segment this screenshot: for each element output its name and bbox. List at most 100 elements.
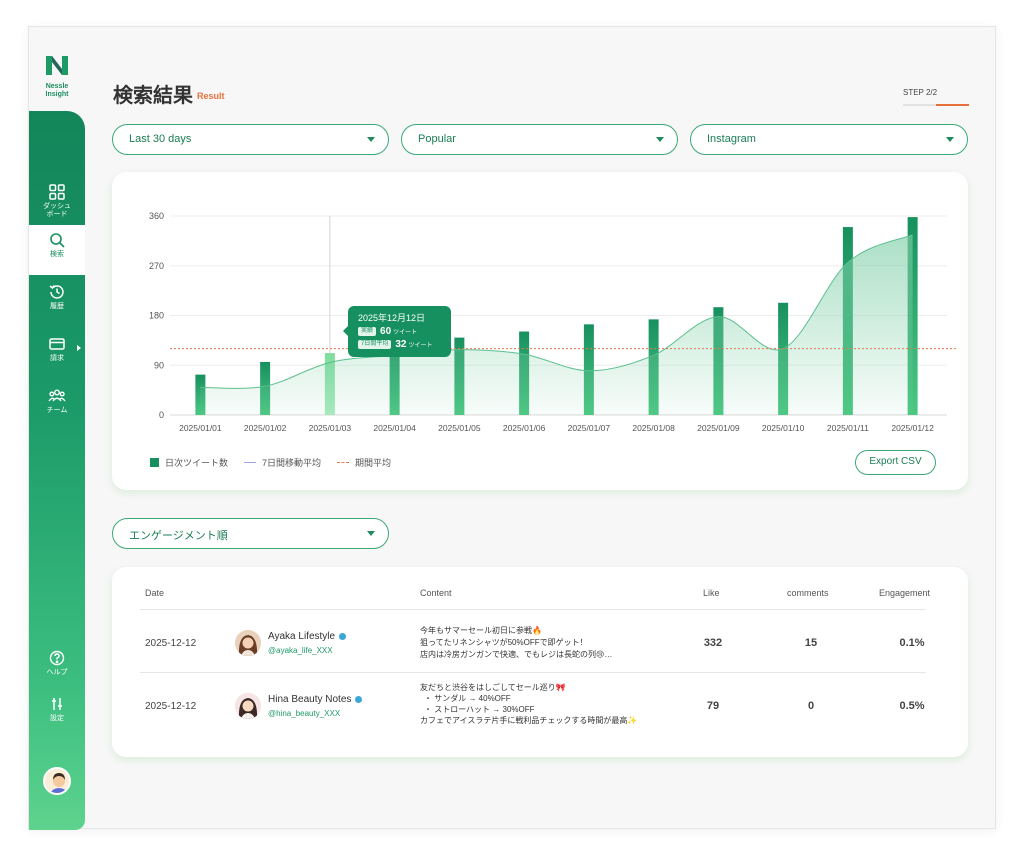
brand-logo[interactable]: Nessle Insight	[29, 27, 85, 111]
row-engagement: 0.1%	[899, 637, 925, 649]
tweet-count-chart: 0 90 180 270 360 2025/01/01 2025/01/02 2025/01/…	[149, 211, 957, 433]
x-tick-label: 2025/01/12	[891, 423, 934, 433]
sidebar-item-help[interactable]: ヘルプ	[29, 643, 85, 693]
legend-swatch-bar	[150, 458, 159, 467]
sort-dropdown-value: Popular	[418, 133, 456, 145]
app-window: Nessle Insight ダッシュ ボード 検索 履歴 請求 チーム ヘルプ…	[28, 26, 996, 830]
legend-label: 期間平均	[355, 458, 392, 468]
sidebar-item-settings[interactable]: 設定	[29, 689, 85, 739]
y-tick-label: 180	[149, 311, 164, 321]
row-like-count: 79	[706, 700, 720, 712]
legend-swatch-dashed	[337, 462, 350, 463]
chart-legend: 日次ツイート数 7日間移動平均 期間平均	[150, 456, 407, 469]
post-content[interactable]: 今年もサマーセール初日に参戦🔥 狙ってたリネンシャツが50%OFFで即ゲット！ …	[420, 625, 612, 661]
page-title: 検索結果	[113, 85, 193, 107]
y-tick-label: 0	[159, 410, 164, 420]
platform-dropdown[interactable]: Instagram	[690, 124, 968, 155]
legend-item-daily[interactable]: 日次ツイート数	[150, 456, 228, 469]
sidebar-item-label: ボード	[46, 211, 68, 218]
brand-name: Nessle Insight	[45, 83, 69, 98]
results-table: Date Content Like comments Engagement 20…	[112, 567, 968, 757]
tooltip-actual-tag: 実績	[358, 327, 377, 336]
column-header-content: Content	[420, 588, 452, 598]
x-tick-label: 2025/01/03	[309, 423, 352, 433]
history-icon	[49, 285, 64, 299]
x-tick-label: 2025/01/01	[179, 423, 222, 433]
influencer-avatar[interactable]	[235, 630, 261, 656]
period-dropdown-value: Last 30 days	[129, 133, 192, 145]
user-avatar[interactable]	[43, 767, 71, 795]
legend-label: 7日間移動平均	[262, 458, 322, 468]
verified-badge-icon	[339, 632, 347, 640]
sort-dropdown[interactable]: Popular	[401, 124, 678, 155]
row-comment-count: 0	[807, 700, 815, 712]
tooltip-actual-value: 60	[380, 326, 392, 337]
influencer-name[interactable]: Ayaka Lifestyle	[268, 631, 347, 642]
card-icon	[49, 338, 65, 350]
row-date: 2025-12-12	[145, 638, 197, 649]
user-avatar-icon	[45, 769, 69, 793]
sidebar-item-search[interactable]: 検索	[29, 225, 85, 275]
sidebar-item-team[interactable]: チーム	[29, 381, 85, 431]
row-date: 2025-12-12	[145, 701, 197, 712]
export-csv-button[interactable]: Export CSV	[855, 450, 936, 475]
tooltip-avg-tag: 7日間平均	[358, 340, 392, 349]
sidebar-item-billing[interactable]: 請求	[29, 329, 85, 379]
x-tick-label: 2025/01/06	[503, 423, 546, 433]
x-tick-label: 2025/01/09	[697, 423, 740, 433]
tooltip-avg-value: 32	[395, 339, 407, 350]
tooltip-actual-unit: ツイート	[393, 330, 418, 336]
platform-dropdown-value: Instagram	[707, 133, 756, 145]
chevron-down-icon	[367, 531, 375, 536]
influencer-handle[interactable]: @hina_beauty_XXX	[268, 709, 340, 718]
verified-badge-icon	[355, 695, 363, 703]
x-tick-label: 2025/01/07	[568, 423, 611, 433]
engagement-sort-value: エンゲージメント順	[129, 530, 228, 542]
sidebar-item-label: 設定	[50, 715, 64, 722]
column-header-like: Like	[703, 588, 720, 598]
y-tick-label: 90	[154, 360, 164, 370]
step-progress-track	[903, 104, 969, 106]
avatar-image-icon	[235, 630, 261, 656]
column-header-date: Date	[145, 588, 165, 598]
x-tick-label: 2025/01/04	[373, 423, 416, 433]
x-tick-label: 2025/01/05	[438, 423, 481, 433]
tooltip-date: 2025年12月12日	[358, 313, 426, 323]
sidebar-item-label: 検索	[50, 251, 64, 258]
sidebar-item-label: 履歴	[50, 303, 64, 310]
influencer-handle[interactable]: @ayaka_life_XXX	[268, 646, 333, 655]
legend-item-moving-average[interactable]: 7日間移動平均	[244, 456, 321, 469]
period-dropdown[interactable]: Last 30 days	[112, 124, 389, 155]
legend-item-period-average[interactable]: 期間平均	[337, 456, 391, 469]
grid-icon	[49, 184, 65, 200]
chart-tooltip: 2025年12月12日 実績 60 ツイート 7日間平均 32 ツイート	[343, 306, 451, 357]
row-comment-count: 15	[804, 637, 818, 649]
legend-swatch-line	[244, 462, 257, 463]
sidebar-item-history[interactable]: 履歴	[29, 277, 85, 327]
search-icon	[50, 233, 65, 248]
row-divider	[140, 609, 926, 610]
sidebar-item-label: チーム	[46, 407, 68, 414]
sidebar-item-dashboard[interactable]: ダッシュ ボード	[29, 177, 85, 227]
chart-card: 0 90 180 270 360 2025/01/01 2025/01/02 2025/01/…	[112, 172, 968, 490]
row-engagement: 0.5%	[899, 700, 925, 712]
tooltip-avg-unit: ツイート	[408, 343, 433, 349]
help-icon	[49, 650, 65, 666]
column-header-comments: comments	[787, 588, 829, 598]
chevron-down-icon	[946, 137, 954, 142]
y-tick-label: 270	[149, 261, 164, 271]
chevron-down-icon	[656, 137, 664, 142]
sidebar-item-label: ヘルプ	[46, 669, 68, 676]
influencer-avatar[interactable]	[235, 693, 261, 719]
team-icon	[48, 389, 66, 402]
y-tick-label: 360	[149, 211, 164, 221]
settings-icon	[52, 698, 62, 710]
influencer-name[interactable]: Hina Beauty Notes	[268, 694, 363, 705]
engagement-sort-dropdown[interactable]: エンゲージメント順	[112, 518, 389, 549]
step-indicator: STEP 2/2	[903, 88, 938, 97]
x-tick-label: 2025/01/11	[827, 423, 869, 433]
row-divider	[140, 672, 926, 673]
column-header-engagement: Engagement	[879, 588, 931, 598]
logo-icon	[46, 56, 68, 75]
post-content[interactable]: 友だちと渋谷をはしごしてセール巡り🎀 ・ サンダル → 40%OFF ・ ストロ…	[420, 682, 637, 726]
